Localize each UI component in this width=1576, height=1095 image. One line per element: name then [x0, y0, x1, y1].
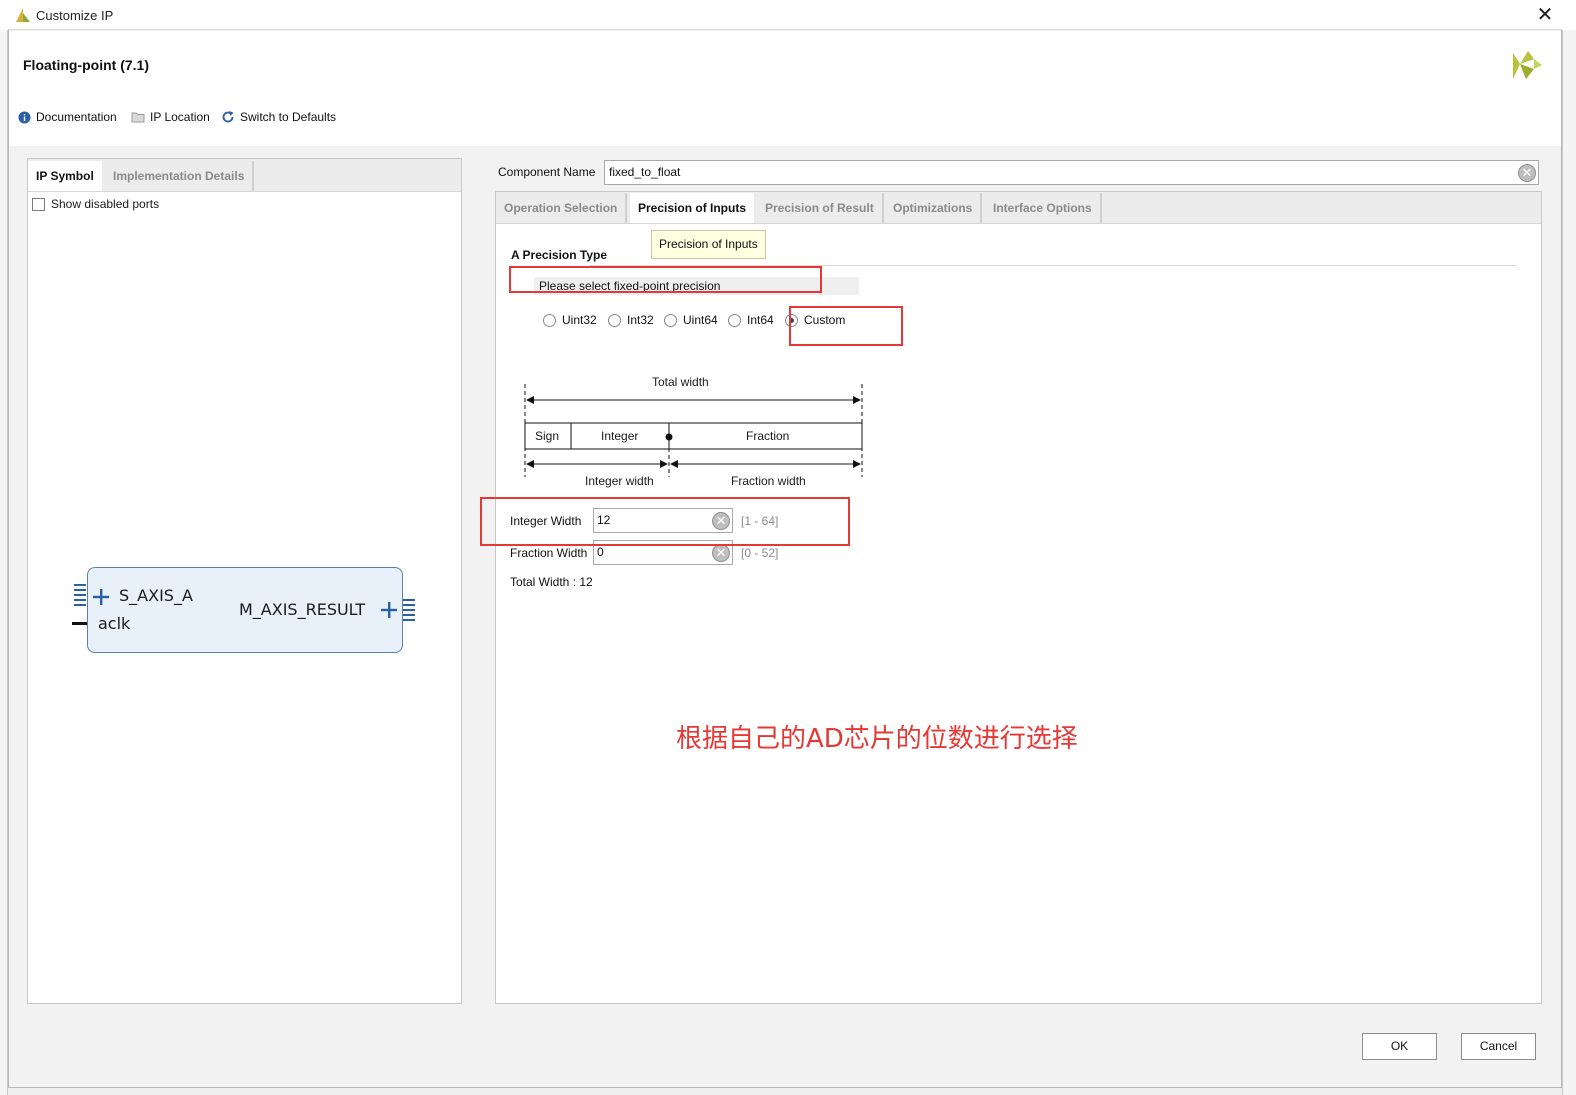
- show-disabled-ports-label: Show disabled ports: [51, 197, 160, 211]
- clear-fraction-width-icon[interactable]: ✕: [712, 544, 730, 562]
- vivado-logo-icon: [16, 8, 30, 22]
- radio-int64-label: Int64: [747, 313, 774, 327]
- switch-to-defaults-label: Switch to Defaults: [240, 110, 337, 124]
- expand-plus-icon[interactable]: [92, 588, 110, 606]
- tab-precision-of-result[interactable]: Precision of Result: [757, 193, 884, 223]
- port-m-axis-result: M_AXIS_RESULT: [239, 600, 366, 619]
- refresh-icon: [222, 111, 234, 123]
- dialog-titlebar: [8, 0, 1562, 30]
- annotation-text: 根据自己的AD芯片的位数进行选择: [676, 724, 1078, 754]
- annotation-box-hint: [509, 266, 822, 293]
- diagram-integer-width-label: Integer width: [585, 474, 654, 488]
- radio-int64[interactable]: Int64: [728, 311, 774, 329]
- background-app-left-edge: [0, 30, 8, 1095]
- background-app-right-edge: [1562, 30, 1576, 1095]
- diagram-sign-label: Sign: [535, 429, 560, 443]
- a-precision-type-title: A Precision Type: [511, 248, 608, 262]
- switch-to-defaults-button[interactable]: Switch to Defaults: [221, 108, 336, 126]
- tab-ip-symbol[interactable]: IP Symbol: [28, 161, 102, 191]
- ip-title: Floating-point (7.1): [23, 57, 149, 73]
- axis-bus-icon: [74, 584, 86, 606]
- dialog-title: Customize IP: [36, 8, 114, 23]
- show-disabled-ports-checkbox[interactable]: [32, 198, 45, 211]
- documentation-label: Documentation: [36, 110, 117, 124]
- component-name-label: Component Name: [498, 165, 596, 179]
- tab-implementation-details[interactable]: Implementation Details: [105, 161, 255, 191]
- radio-int32-circle[interactable]: [608, 313, 621, 327]
- cancel-button[interactable]: Cancel: [1461, 1033, 1536, 1060]
- ip-location-label: IP Location: [150, 110, 210, 124]
- aclk-pin-line: [72, 622, 88, 625]
- annotation-box-custom: [789, 306, 903, 346]
- background-app-bottom-edge: [8, 1088, 1562, 1095]
- tab-optimizations[interactable]: Optimizations: [885, 193, 983, 223]
- component-name-input[interactable]: fixed_to_float: [604, 160, 1539, 185]
- close-button[interactable]: ✕: [1534, 4, 1556, 26]
- xilinx-logo-icon: [1513, 51, 1542, 79]
- tab-interface-options[interactable]: Interface Options: [985, 193, 1102, 223]
- ok-button[interactable]: OK: [1362, 1033, 1437, 1060]
- fraction-width-label: Fraction Width: [510, 546, 588, 560]
- axis-bus-output-icon: [403, 599, 415, 621]
- folder-icon: [131, 112, 145, 123]
- documentation-button[interactable]: Documentation: [18, 108, 117, 126]
- fixed-point-format-diagram: [524, 384, 863, 477]
- fraction-width-range: [0 - 52]: [741, 546, 779, 560]
- info-icon: [18, 111, 31, 123]
- diagram-integer-label: Integer: [601, 429, 639, 443]
- tooltip: Precision of Inputs: [651, 230, 766, 259]
- port-s-axis-a: S_AXIS_A: [119, 586, 193, 605]
- annotation-box-integer-width: [480, 497, 850, 546]
- diagram-fraction-width-label: Fraction width: [731, 474, 806, 488]
- total-width-readout: Total Width : 12: [510, 575, 593, 589]
- radio-int32-label: Int32: [627, 313, 654, 327]
- radio-uint64-circle[interactable]: [664, 313, 677, 327]
- radio-uint64[interactable]: Uint64: [664, 311, 718, 329]
- expand-plus-icon-output[interactable]: [380, 601, 398, 619]
- clear-component-name-icon[interactable]: ✕: [1518, 164, 1536, 182]
- diagram-fraction-label: Fraction: [746, 429, 790, 443]
- radio-uint32-label: Uint32: [562, 313, 597, 327]
- diagram-total-width-label: Total width: [652, 375, 709, 389]
- radio-int32[interactable]: Int32: [608, 311, 654, 329]
- tab-precision-of-inputs[interactable]: Precision of Inputs: [630, 193, 755, 223]
- ip-location-button[interactable]: IP Location: [131, 108, 210, 126]
- radio-uint32-circle[interactable]: [543, 313, 556, 327]
- port-aclk: aclk: [98, 614, 131, 633]
- tab-operation-selection[interactable]: Operation Selection: [496, 193, 628, 223]
- radio-uint64-label: Uint64: [683, 313, 718, 327]
- radio-int64-circle[interactable]: [728, 313, 741, 327]
- radio-uint32[interactable]: Uint32: [543, 311, 597, 329]
- header-area: [9, 31, 1561, 146]
